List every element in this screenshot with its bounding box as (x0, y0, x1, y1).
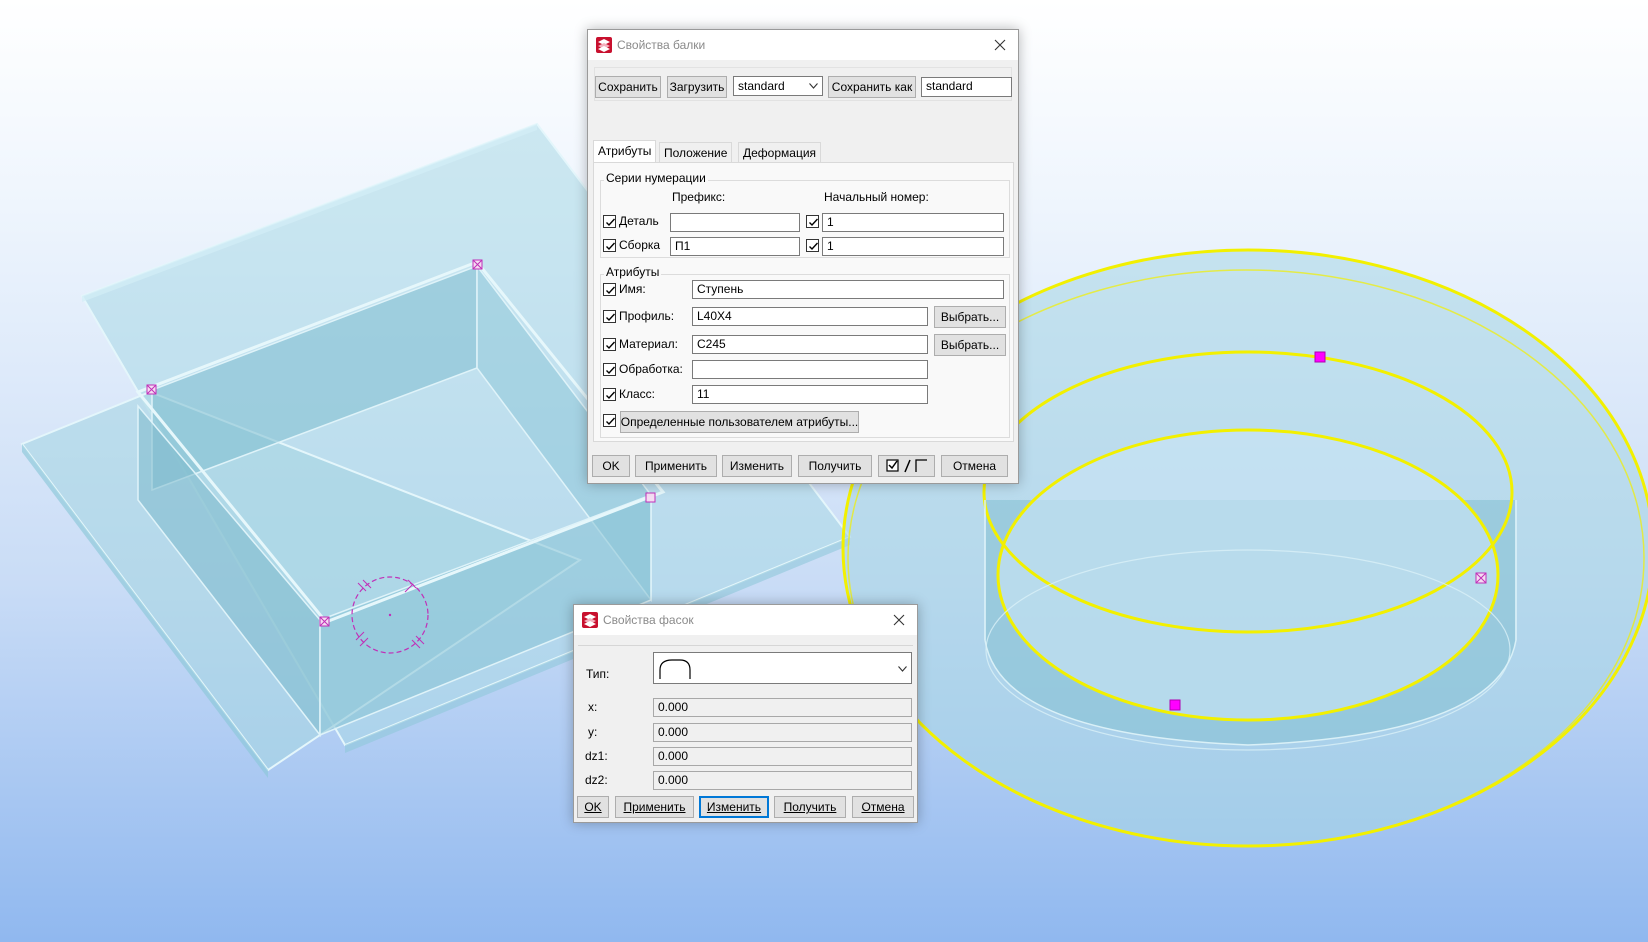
close-icon (893, 614, 905, 626)
ring-handle[interactable] (1169, 699, 1181, 711)
dialog-title: Свойства балки (617, 38, 706, 52)
tab-position[interactable]: Положение (659, 142, 733, 163)
check-icon (606, 286, 616, 295)
dz1-label: dz1: (585, 749, 608, 763)
name-checkbox[interactable] (603, 283, 616, 296)
check-icon (606, 218, 616, 227)
class-label: Класс: (619, 387, 655, 401)
assembly-start-input[interactable]: 1 (822, 237, 1004, 256)
part-checkbox[interactable] (603, 215, 616, 228)
cancel-button[interactable]: Отмена (852, 796, 914, 818)
get-button[interactable]: Получить (798, 455, 872, 477)
divider (578, 645, 913, 646)
profile-input[interactable]: L40X4 (692, 307, 928, 326)
tab-attributes[interactable]: Атрибуты (593, 140, 657, 163)
profile-select-button[interactable]: Выбрать... (934, 306, 1006, 328)
modify-button[interactable]: Изменить (722, 455, 792, 477)
assembly-start-checkbox[interactable] (806, 239, 819, 252)
ring-handle[interactable] (1475, 572, 1487, 584)
save-button[interactable]: Сохранить (595, 76, 661, 98)
start-number-header: Начальный номер: (824, 190, 929, 204)
x-input[interactable]: 0.000 (653, 698, 912, 717)
assembly-label: Сборка (619, 238, 661, 252)
check-icon (809, 242, 819, 251)
part-start-input[interactable]: 1 (822, 213, 1004, 232)
app-icon (596, 37, 612, 53)
toggle-all-checkboxes-button[interactable] (878, 455, 935, 477)
name-label: Имя: (619, 282, 646, 296)
apply-button[interactable]: Применить (615, 796, 694, 818)
assembly-prefix-input[interactable]: П1 (670, 237, 800, 256)
load-button[interactable]: Загрузить (667, 76, 727, 98)
chamfer-type-label: Тип: (586, 667, 610, 681)
preset-select-value: standard (738, 79, 785, 93)
assembly-checkbox[interactable] (603, 239, 616, 252)
chamfer-properties-dialog[interactable]: Свойства фасок Тип: x: 0.000 y: 0.000 dz… (573, 604, 918, 823)
finish-input[interactable] (692, 360, 928, 379)
ok-button[interactable]: OK (577, 796, 609, 818)
check-icon (606, 366, 616, 375)
close-button[interactable] (986, 33, 1014, 57)
y-input[interactable]: 0.000 (653, 723, 912, 742)
class-input[interactable]: 11 (692, 385, 928, 404)
material-checkbox[interactable] (603, 338, 616, 351)
apply-button[interactable]: Применить (635, 455, 717, 477)
chevron-down-icon (809, 83, 818, 89)
profile-label: Профиль: (619, 309, 675, 323)
chevron-down-icon (898, 666, 907, 672)
beam-properties-dialog[interactable]: Свойства балки Сохранить Загрузить stand… (587, 29, 1019, 484)
y-label: y: (588, 725, 598, 739)
numbering-group-title: Серии нумерации (604, 171, 708, 185)
prefix-header: Префикс: (672, 190, 726, 204)
user-attributes-button[interactable]: Определенные пользователем атрибуты... (620, 411, 859, 433)
check-icon (809, 218, 819, 227)
user-attributes-checkbox[interactable] (603, 414, 616, 427)
dz2-label: dz2: (585, 773, 608, 787)
x-label: x: (588, 700, 598, 714)
frame-handle[interactable] (146, 384, 157, 395)
title-bar[interactable]: Свойства балки (588, 30, 1018, 60)
toggle-checkboxes-icon (885, 459, 927, 473)
class-checkbox[interactable] (603, 388, 616, 401)
check-icon (606, 341, 616, 350)
frame-handle[interactable] (645, 492, 656, 503)
title-bar[interactable]: Свойства фасок (574, 605, 917, 635)
get-button[interactable]: Получить (774, 796, 846, 818)
dialog-title: Свойства фасок (603, 613, 694, 627)
check-icon (606, 417, 616, 426)
material-label: Материал: (619, 337, 678, 351)
chamfer-type-select[interactable] (653, 652, 912, 684)
rounded-chamfer-icon (659, 659, 691, 679)
frame-handle[interactable] (472, 259, 483, 270)
tab-deformation[interactable]: Деформация (738, 142, 822, 163)
ok-button[interactable]: OK (592, 455, 630, 477)
dz1-input[interactable]: 0.000 (653, 747, 912, 766)
part-start-checkbox[interactable] (806, 215, 819, 228)
check-icon (606, 391, 616, 400)
cancel-button[interactable]: Отмена (941, 455, 1008, 477)
dz2-input[interactable]: 0.000 (653, 771, 912, 790)
profile-checkbox[interactable] (603, 310, 616, 323)
close-button[interactable] (885, 608, 913, 632)
save-as-button[interactable]: Сохранить как (828, 76, 916, 98)
material-input[interactable]: C245 (692, 335, 928, 354)
frame-handle[interactable] (319, 616, 330, 627)
attributes-group-title: Атрибуты (604, 265, 662, 279)
material-select-button[interactable]: Выбрать... (934, 334, 1006, 356)
preset-select[interactable]: standard (733, 76, 823, 96)
modify-button[interactable]: Изменить (699, 796, 769, 818)
finish-checkbox[interactable] (603, 363, 616, 376)
part-prefix-input[interactable] (670, 213, 800, 232)
save-as-name-input[interactable]: standard (921, 77, 1012, 97)
close-icon (994, 39, 1006, 51)
check-icon (606, 313, 616, 322)
app-icon (582, 612, 598, 628)
name-input[interactable]: Ступень (692, 280, 1004, 299)
part-label: Деталь (619, 214, 659, 228)
finish-label: Обработка: (619, 362, 683, 376)
check-icon (606, 242, 616, 251)
ring-handle[interactable] (1314, 351, 1326, 363)
